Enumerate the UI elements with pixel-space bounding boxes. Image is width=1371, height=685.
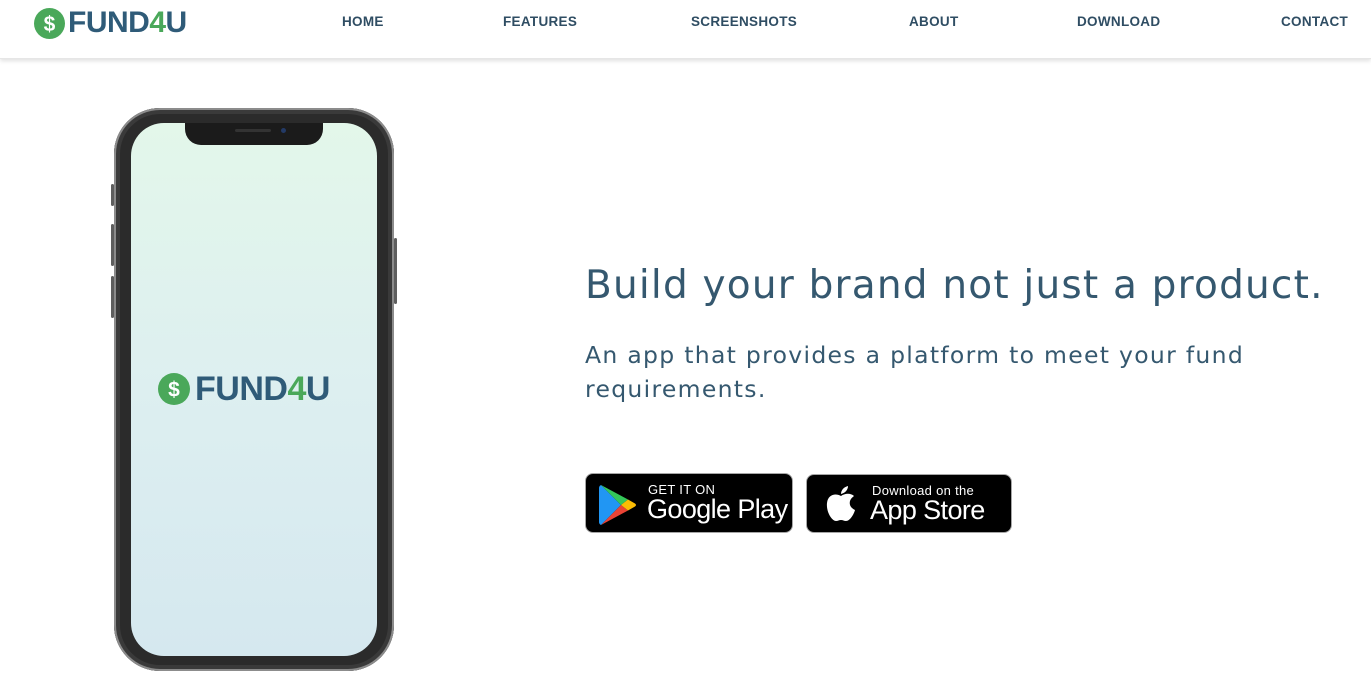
- phone-mockup: $ FUND4U: [111, 108, 397, 671]
- hero-headline: Build your brand not just a product.: [585, 263, 1324, 308]
- nav-features[interactable]: FEATURES: [503, 14, 577, 29]
- coin-symbol: $: [168, 379, 180, 402]
- brand-name-part: FUND: [195, 370, 288, 408]
- phone-side-button: [394, 238, 397, 304]
- google-play-badge[interactable]: GET IT ON Google Play: [585, 473, 793, 533]
- nav-screenshots[interactable]: SCREENSHOTS: [691, 14, 797, 29]
- phone-notch: [185, 123, 323, 145]
- speaker-grille: [235, 129, 271, 132]
- phone-side-button: [111, 224, 114, 266]
- coin-symbol: $: [44, 13, 56, 36]
- phone-side-button: [111, 184, 114, 206]
- top-navbar: $ FUND4U HOME FEATURES SCREENSHOTS ABOUT…: [0, 0, 1371, 59]
- google-play-icon: [599, 484, 637, 531]
- phone-screen: $ FUND4U: [131, 123, 377, 656]
- brand-name-part: 4: [149, 6, 166, 39]
- brand-name-part: U: [305, 370, 331, 408]
- brand-name: FUND4U: [68, 7, 187, 39]
- screen-app-logo: $ FUND4U: [158, 371, 330, 407]
- nav-contact[interactable]: CONTACT: [1281, 14, 1348, 29]
- dollar-coin-icon: $: [34, 7, 65, 39]
- phone-side-button: [111, 276, 114, 318]
- app-store-badge[interactable]: Download on the App Store: [806, 474, 1012, 533]
- brand-name-part: FUND: [68, 6, 150, 39]
- app-store-big-label: App Store: [870, 495, 985, 525]
- screen-brand-name: FUND4U: [195, 371, 330, 407]
- brand-name-part: U: [165, 6, 188, 39]
- front-camera: [281, 128, 286, 133]
- google-play-big-label: Google Play: [647, 494, 788, 524]
- hero-subheadline: An app that provides a platform to meet …: [585, 341, 1245, 403]
- nav-download[interactable]: DOWNLOAD: [1077, 14, 1160, 29]
- dollar-coin-icon: $: [158, 373, 190, 405]
- brand-logo[interactable]: $ FUND4U: [34, 7, 187, 39]
- brand-name-part: 4: [287, 370, 306, 408]
- nav-home[interactable]: HOME: [342, 14, 384, 29]
- apple-icon: [824, 485, 858, 528]
- nav-about[interactable]: ABOUT: [909, 14, 959, 29]
